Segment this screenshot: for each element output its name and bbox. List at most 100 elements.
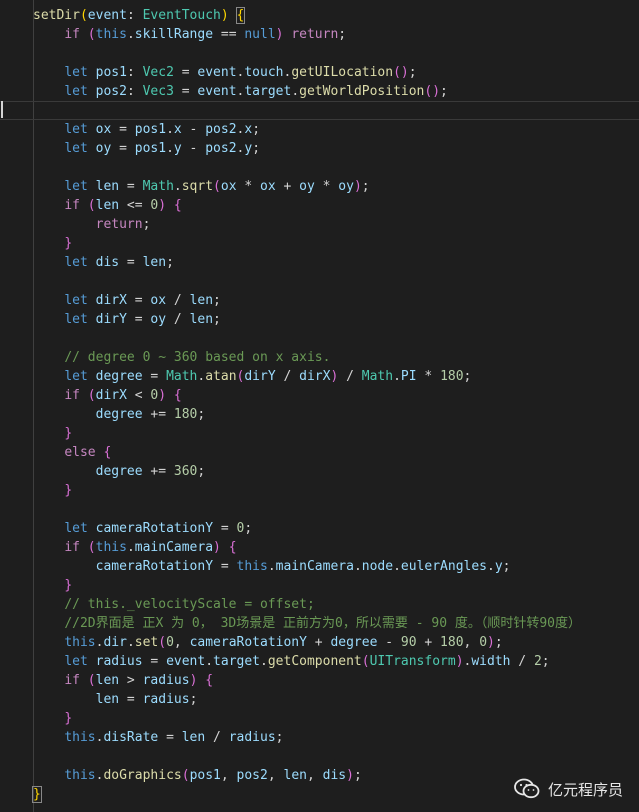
code-token: eulerAngles — [400, 559, 487, 574]
text-cursor — [1, 101, 3, 118]
code-line[interactable]: setDir(event: EventTouch) { — [0, 6, 639, 25]
code-token: ( — [213, 179, 221, 194]
code-line[interactable]: } — [0, 234, 639, 253]
code-line[interactable]: let ox = pos1.x - pos2.x; — [0, 120, 639, 139]
code-line[interactable]: if (dirX < 0) { — [0, 386, 639, 405]
code-token: // degree 0 ~ 360 based on x axis. — [64, 350, 331, 365]
code-line[interactable]: //2D界面是 正X 为 0， 3D场景是 正前方为0，所以需要 - 90 度。… — [0, 614, 639, 633]
code-line[interactable]: let pos1: Vec2 = event.touch.getUILocati… — [0, 63, 639, 82]
code-token: , — [463, 635, 480, 650]
code-token: event — [166, 654, 206, 669]
code-token: pos2 — [236, 768, 268, 783]
code-token: // this._velocityScale = offset; — [64, 597, 315, 612]
code-line[interactable]: if (this.mainCamera) { — [0, 538, 639, 557]
code-line[interactable]: if (len <= 0) { — [0, 196, 639, 215]
code-line[interactable]: let pos2: Vec3 = event.target.getWorldPo… — [0, 82, 639, 101]
code-line[interactable]: let oy = pos1.y - pos2.y; — [0, 139, 639, 158]
code-token: . — [126, 27, 135, 42]
code-line[interactable]: this.disRate = len / radius; — [0, 728, 639, 747]
code-line[interactable] — [0, 272, 639, 291]
code-token: y — [494, 559, 503, 574]
code-token: < — [126, 388, 151, 403]
code-token: if — [64, 198, 80, 213]
code-line[interactable]: this.dir.set(0, cameraRotationY + degree… — [0, 633, 639, 652]
code-token: atan — [205, 369, 237, 384]
code-line[interactable]: len = radius; — [0, 690, 639, 709]
code-line[interactable] — [0, 158, 639, 177]
code-token: degree — [95, 407, 143, 422]
code-token: getUILocation — [291, 65, 394, 80]
code-line[interactable]: return; — [0, 215, 639, 234]
code-token: / — [166, 293, 190, 308]
code-line[interactable]: } — [0, 481, 639, 500]
code-line[interactable]: if (this.skillRange == null) return; — [0, 25, 639, 44]
code-line[interactable]: degree += 180; — [0, 405, 639, 424]
code-line[interactable]: let dis = len; — [0, 253, 639, 272]
code-token: null — [244, 27, 276, 42]
code-line[interactable]: let cameraRotationY = 0; — [0, 519, 639, 538]
code-token: - — [181, 122, 206, 137]
code-token: ( — [158, 635, 167, 650]
code-line[interactable] — [0, 747, 639, 766]
code-token: degree — [95, 369, 143, 384]
code-editor[interactable]: setDir(event: EventTouch) { if (this.ski… — [0, 0, 639, 812]
code-token: this — [64, 730, 96, 745]
code-line[interactable]: } — [0, 709, 639, 728]
code-token: width — [471, 654, 511, 669]
code-token: = — [173, 65, 198, 80]
code-token: * — [416, 369, 441, 384]
code-token: mainCamera — [134, 540, 214, 555]
code-line[interactable] — [0, 44, 639, 63]
code-line[interactable]: cameraRotationY = this.mainCamera.node.e… — [0, 557, 639, 576]
code-token: len — [95, 179, 120, 194]
code-token: len — [189, 293, 214, 308]
code-token: dis — [322, 768, 347, 783]
code-line[interactable]: } — [0, 424, 639, 443]
code-line[interactable]: let dirY = oy / len; — [0, 310, 639, 329]
code-line[interactable]: } — [0, 576, 639, 595]
code-token: . — [353, 559, 362, 574]
code-token: 2 — [533, 654, 542, 669]
code-token: = — [142, 654, 167, 669]
code-token: } — [64, 236, 73, 251]
code-line[interactable]: let dirX = ox / len; — [0, 291, 639, 310]
code-line[interactable]: // this._velocityScale = offset; — [0, 595, 639, 614]
code-line[interactable]: degree += 360; — [0, 462, 639, 481]
code-token: target — [244, 84, 292, 99]
code-line[interactable] — [0, 101, 639, 120]
code-token: = — [173, 84, 198, 99]
code-line[interactable]: let degree = Math.atan(dirY / dirX) / Ma… — [0, 367, 639, 386]
code-line[interactable]: // degree 0 ~ 360 based on x axis. — [0, 348, 639, 367]
code-token: return — [95, 217, 143, 232]
code-line[interactable]: let len = Math.sqrt(ox * ox + oy * oy); — [0, 177, 639, 196]
code-token: let — [64, 84, 88, 99]
code-token: * — [236, 179, 261, 194]
code-token: let — [64, 293, 88, 308]
code-token: = — [119, 255, 143, 270]
code-line[interactable]: if (len > radius) { — [0, 671, 639, 690]
code-token: UITransform — [369, 654, 456, 669]
code-token: mainCamera — [275, 559, 354, 574]
code-token: } — [64, 426, 73, 441]
code-line[interactable] — [0, 329, 639, 348]
code-line[interactable]: let radius = event.target.getComponent(U… — [0, 652, 639, 671]
code-token: radius — [142, 692, 190, 707]
code-line[interactable]: else { — [0, 443, 639, 462]
code-token: . — [487, 559, 495, 574]
code-line[interactable] — [0, 500, 639, 519]
code-token: . — [291, 84, 300, 99]
code-token: ; — [275, 730, 284, 745]
code-token: : — [126, 8, 143, 23]
code-token: { — [228, 540, 237, 555]
